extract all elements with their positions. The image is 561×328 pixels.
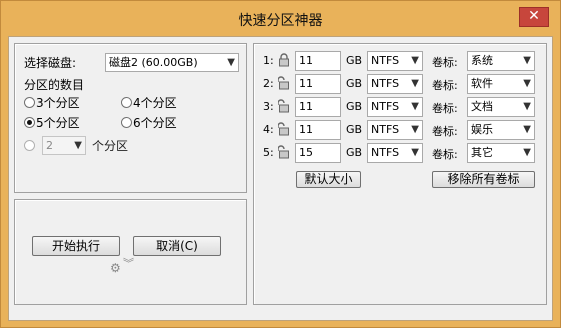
partition-index-label: 4: xyxy=(263,123,274,136)
chevron-down-icon: ▼ xyxy=(411,124,419,135)
partition-index-label: 3: xyxy=(263,100,274,113)
chevron-down-icon: ▼ xyxy=(74,140,82,151)
radio-3-partitions-label[interactable]: 3个分区 xyxy=(36,94,80,111)
volume-label-select[interactable]: 娱乐 ▼ xyxy=(467,120,535,140)
size-unit-label: GB xyxy=(346,77,363,90)
radio-6-partitions-label[interactable]: 6个分区 xyxy=(133,114,177,131)
volume-label-value: 系统 xyxy=(471,54,493,67)
chevron-down-icon: ▼ xyxy=(523,147,531,158)
size-unit-label: GB xyxy=(346,100,363,113)
partition-table-panel: 1: 11 GB NTFS ▼ 卷标: 系统 ▼ 2: 11 GB NTFS ▼ 卷标: 软件 ▼ 3: 11 GB… xyxy=(253,43,547,305)
main-window: 快速分区神器 ✕ 选择磁盘: 磁盘2 (60.00GB) ▼ 分区的数目 3个分… xyxy=(0,0,561,328)
partition-index-label: 2: xyxy=(263,77,274,90)
chevron-down-icon: ▼ xyxy=(523,78,531,89)
radio-custom-partitions[interactable] xyxy=(24,140,35,151)
radio-5-partitions-label[interactable]: 5个分区 xyxy=(36,114,80,131)
radio-6-partitions[interactable] xyxy=(121,117,132,128)
partition-count-label: 分区的数目 xyxy=(24,78,85,92)
volume-label-caption: 卷标: xyxy=(432,125,458,138)
filesystem-select[interactable]: NTFS ▼ xyxy=(367,51,423,71)
partition-size-value: 11 xyxy=(299,54,313,67)
cancel-button[interactable]: 取消(C) xyxy=(133,236,221,256)
volume-label-select[interactable]: 系统 ▼ xyxy=(467,51,535,71)
filesystem-value: NTFS xyxy=(371,100,400,113)
lock-open-icon[interactable] xyxy=(277,145,290,159)
partition-row: 4: 11 GB NTFS ▼ 卷标: 娱乐 ▼ xyxy=(254,119,546,141)
chevron-down-icon: ▼ xyxy=(523,101,531,112)
radio-4-partitions-label[interactable]: 4个分区 xyxy=(133,94,177,111)
chevron-down-icon: ▼ xyxy=(411,78,419,89)
actions-panel: 开始执行 取消(C) ⚙ ︾ xyxy=(14,199,247,305)
title-bar[interactable]: 快速分区神器 ✕ xyxy=(1,1,560,36)
partition-size-input[interactable]: 15 xyxy=(295,143,341,163)
chevron-down-icon: ▼ xyxy=(411,55,419,66)
default-size-button[interactable]: 默认大小 xyxy=(296,171,361,188)
volume-label-value: 软件 xyxy=(471,77,493,90)
chevron-down-icon: ▼ xyxy=(411,101,419,112)
custom-partition-count-select[interactable]: 2 ▼ xyxy=(42,136,86,155)
partition-size-input[interactable]: 11 xyxy=(295,51,341,71)
radio-4-partitions[interactable] xyxy=(121,97,132,108)
lock-open-icon[interactable] xyxy=(277,99,290,113)
partition-size-value: 11 xyxy=(299,77,313,90)
partition-row: 2: 11 GB NTFS ▼ 卷标: 软件 ▼ xyxy=(254,73,546,95)
lock-open-icon[interactable] xyxy=(277,76,290,90)
volume-label-caption: 卷标: xyxy=(432,102,458,115)
volume-label-select[interactable]: 软件 ▼ xyxy=(467,74,535,94)
select-disk-label: 选择磁盘: xyxy=(24,56,77,70)
partition-size-input[interactable]: 11 xyxy=(295,120,341,140)
filesystem-select[interactable]: NTFS ▼ xyxy=(367,74,423,94)
double-chevron-down-icon[interactable]: ︾ xyxy=(123,258,134,269)
filesystem-value: NTFS xyxy=(371,123,400,136)
chevron-down-icon: ▼ xyxy=(411,147,419,158)
custom-partition-count-value: 2 xyxy=(46,139,53,152)
partition-index-label: 5: xyxy=(263,146,274,159)
volume-label-value: 其它 xyxy=(471,146,493,159)
partition-size-value: 11 xyxy=(299,100,313,113)
volume-label-value: 文档 xyxy=(471,100,493,113)
filesystem-select[interactable]: NTFS ▼ xyxy=(367,143,423,163)
partition-row: 5: 15 GB NTFS ▼ 卷标: 其它 ▼ xyxy=(254,142,546,164)
partition-row: 1: 11 GB NTFS ▼ 卷标: 系统 ▼ xyxy=(254,50,546,72)
disk-select-value: 磁盘2 (60.00GB) xyxy=(109,56,198,69)
lock-closed-icon[interactable] xyxy=(278,53,290,67)
partition-row: 3: 11 GB NTFS ▼ 卷标: 文档 ▼ xyxy=(254,96,546,118)
volume-label-caption: 卷标: xyxy=(432,148,458,161)
partition-index-label: 1: xyxy=(263,54,274,67)
volume-label-caption: 卷标: xyxy=(432,56,458,69)
remove-all-labels-button[interactable]: 移除所有卷标 xyxy=(432,171,535,188)
radio-5-partitions[interactable] xyxy=(24,117,35,128)
size-unit-label: GB xyxy=(346,123,363,136)
size-unit-label: GB xyxy=(346,54,363,67)
filesystem-select[interactable]: NTFS ▼ xyxy=(367,120,423,140)
filesystem-value: NTFS xyxy=(371,146,400,159)
volume-label-select[interactable]: 文档 ▼ xyxy=(467,97,535,117)
filesystem-value: NTFS xyxy=(371,77,400,90)
close-button[interactable]: ✕ xyxy=(519,7,549,27)
lock-open-icon[interactable] xyxy=(277,122,290,136)
partition-size-value: 15 xyxy=(299,146,313,159)
dialog-client: 选择磁盘: 磁盘2 (60.00GB) ▼ 分区的数目 3个分区 4个分区 5个… xyxy=(8,36,553,321)
partition-size-input[interactable]: 11 xyxy=(295,97,341,117)
disk-select[interactable]: 磁盘2 (60.00GB) ▼ xyxy=(105,53,239,72)
size-unit-label: GB xyxy=(346,146,363,159)
volume-label-caption: 卷标: xyxy=(432,79,458,92)
start-button[interactable]: 开始执行 xyxy=(32,236,120,256)
partition-options-panel: 选择磁盘: 磁盘2 (60.00GB) ▼ 分区的数目 3个分区 4个分区 5个… xyxy=(14,43,247,193)
radio-3-partitions[interactable] xyxy=(24,97,35,108)
chevron-down-icon: ▼ xyxy=(523,124,531,135)
window-title: 快速分区神器 xyxy=(238,13,323,29)
gear-icon[interactable]: ⚙ xyxy=(110,261,121,275)
filesystem-value: NTFS xyxy=(371,54,400,67)
filesystem-select[interactable]: NTFS ▼ xyxy=(367,97,423,117)
chevron-down-icon: ▼ xyxy=(523,55,531,66)
custom-partition-suffix: 个分区 xyxy=(92,139,129,153)
partition-size-input[interactable]: 11 xyxy=(295,74,341,94)
volume-label-select[interactable]: 其它 ▼ xyxy=(467,143,535,163)
partition-size-value: 11 xyxy=(299,123,313,136)
volume-label-value: 娱乐 xyxy=(471,123,493,136)
chevron-down-icon: ▼ xyxy=(227,57,235,68)
